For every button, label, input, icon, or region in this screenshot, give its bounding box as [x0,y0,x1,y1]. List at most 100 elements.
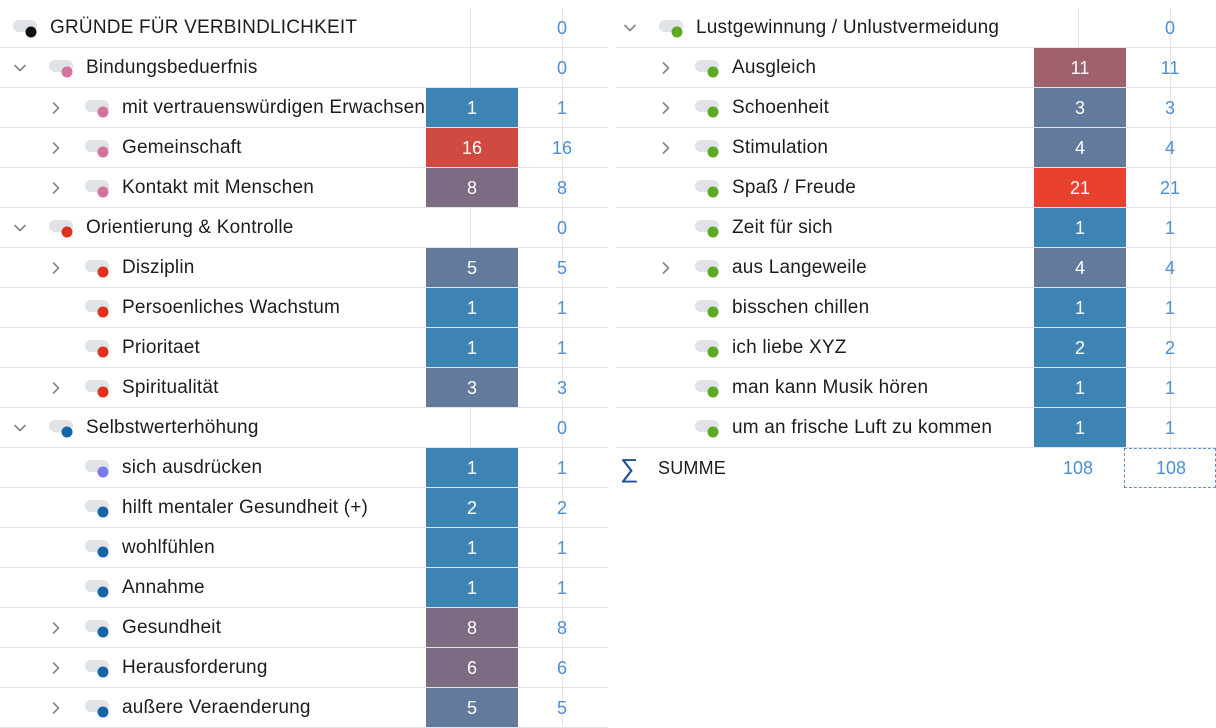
frequency-cell[interactable]: 1 [426,288,518,328]
chevron-right-icon[interactable] [48,688,64,728]
code-row[interactable]: aus Langeweile 4 4 [616,248,1216,288]
chevron-right-icon[interactable] [48,168,64,208]
code-label: Annahme [122,577,205,598]
frequency-cell[interactable]: 8 [426,168,518,208]
summary-total-cell[interactable]: 108 [1124,448,1216,488]
frequency-cell[interactable]: 4 [1034,248,1126,288]
row-total: 6 [556,658,567,678]
code-label: Gesundheit [122,617,222,638]
chevron-down-icon[interactable] [622,8,638,48]
chevron-right-icon[interactable] [48,648,64,688]
code-icon [694,258,722,280]
code-label: Spaß / Freude [732,177,857,198]
row-total: 4 [1164,138,1175,158]
code-row[interactable]: ich liebe XYZ 2 2 [616,328,1216,368]
code-row[interactable]: Spiritualität 3 3 [0,368,608,408]
code-row[interactable]: Schoenheit 3 3 [616,88,1216,128]
frequency-cell[interactable]: 4 [1034,128,1126,168]
code-icon [694,98,722,120]
code-row[interactable]: Orientierung & Kontrolle 0 [0,208,608,248]
frequency-cell[interactable]: 11 [1034,48,1126,88]
chevron-right-icon[interactable] [48,608,64,648]
chevron-right-icon[interactable] [48,248,64,288]
frequency-cell[interactable]: 3 [426,368,518,408]
chevron-down-icon[interactable] [12,208,28,248]
code-row[interactable]: Persoenliches Wachstum 1 1 [0,288,608,328]
code-row[interactable]: Stimulation 4 4 [616,128,1216,168]
row-total: 4 [1164,258,1175,278]
code-row[interactable]: Gesundheit 8 8 [0,608,608,648]
chevron-right-icon[interactable] [658,128,674,168]
code-icon [48,218,76,240]
code-icon [84,658,112,680]
code-row[interactable]: man kann Musik hören 1 1 [616,368,1216,408]
row-total: 1 [556,98,567,118]
code-row[interactable]: bisschen chillen 1 1 [616,288,1216,328]
frequency-cell[interactable]: 1 [426,328,518,368]
code-row[interactable]: hilft mentaler Gesundheit (+) 2 2 [0,488,608,528]
code-row[interactable]: Annahme 1 1 [0,568,608,608]
frequency-cell[interactable]: 5 [426,248,518,288]
code-row[interactable]: Lustgewinnung / Unlustvermeidung 0 [616,8,1216,48]
code-row[interactable]: GRÜNDE FÜR VERBINDLICHKEIT 0 [0,8,608,48]
frequency-cell[interactable]: 1 [1034,368,1126,408]
code-row[interactable]: Disziplin 5 5 [0,248,608,288]
code-icon [48,58,76,80]
row-total: 0 [1164,18,1175,38]
frequency-cell[interactable]: 5 [426,688,518,728]
code-row[interactable]: Zeit für sich 1 1 [616,208,1216,248]
frequency-cell[interactable]: 8 [426,608,518,648]
chevron-down-icon[interactable] [12,48,28,88]
summary-total: 108 [1155,458,1187,478]
frequency-cell[interactable]: 6 [426,648,518,688]
code-row[interactable]: Ausgleich 11 11 [616,48,1216,88]
row-total: 0 [556,218,567,238]
code-label: Kontakt mit Menschen [122,177,314,198]
chevron-right-icon[interactable] [48,88,64,128]
chevron-right-icon[interactable] [48,368,64,408]
row-total: 1 [556,538,567,558]
code-row[interactable]: um an frische Luft zu kommen 1 1 [616,408,1216,448]
code-icon [84,618,112,640]
row-total: 2 [1164,338,1175,358]
chevron-right-icon[interactable] [658,48,674,88]
code-icon [84,298,112,320]
frequency-cell[interactable]: 2 [1034,328,1126,368]
code-row[interactable]: Herausforderung 6 6 [0,648,608,688]
frequency-cell[interactable]: 16 [426,128,518,168]
frequency-cell[interactable]: 21 [1034,168,1126,208]
frequency-cell[interactable]: 1 [1034,408,1126,448]
chevron-right-icon[interactable] [658,88,674,128]
code-row[interactable]: sich ausdrücken 1 1 [0,448,608,488]
code-row[interactable]: außere Veraenderung 5 5 [0,688,608,728]
chevron-right-icon[interactable] [48,128,64,168]
code-icon [12,18,40,40]
code-row[interactable]: Gemeinschaft 16 16 [0,128,608,168]
frequency-cell[interactable]: 3 [1034,88,1126,128]
summary-label: SUMME [658,458,726,478]
code-icon [84,498,112,520]
frequency-cell[interactable]: 1 [426,88,518,128]
frequency-cell[interactable]: 1 [426,528,518,568]
code-row[interactable]: Prioritaet 1 1 [0,328,608,368]
code-label: um an frische Luft zu kommen [732,417,993,438]
frequency-cell[interactable]: 1 [426,448,518,488]
code-icon [84,338,112,360]
frequency-cell[interactable]: 1 [1034,208,1126,248]
frequency-cell[interactable]: 2 [426,488,518,528]
code-label: außere Veraenderung [122,697,311,718]
code-label: Orientierung & Kontrolle [86,217,294,238]
code-row[interactable]: Bindungsbeduerfnis 0 [0,48,608,88]
chevron-down-icon[interactable] [12,408,28,448]
code-row[interactable]: Selbstwerterhöhung 0 [0,408,608,448]
chevron-right-icon[interactable] [658,248,674,288]
code-row[interactable]: Spaß / Freude 21 21 [616,168,1216,208]
code-row[interactable]: wohlfühlen 1 1 [0,528,608,568]
frequency-cell[interactable]: 1 [1034,288,1126,328]
frequency-cell[interactable]: 1 [426,568,518,608]
code-row[interactable]: Kontakt mit Menschen 8 8 [0,168,608,208]
row-total: 8 [556,618,567,638]
row-total: 1 [556,298,567,318]
code-label: hilft mentaler Gesundheit (+) [122,497,369,518]
code-row[interactable]: mit vertrauenswürdigen Erwachsenen 1 1 [0,88,608,128]
